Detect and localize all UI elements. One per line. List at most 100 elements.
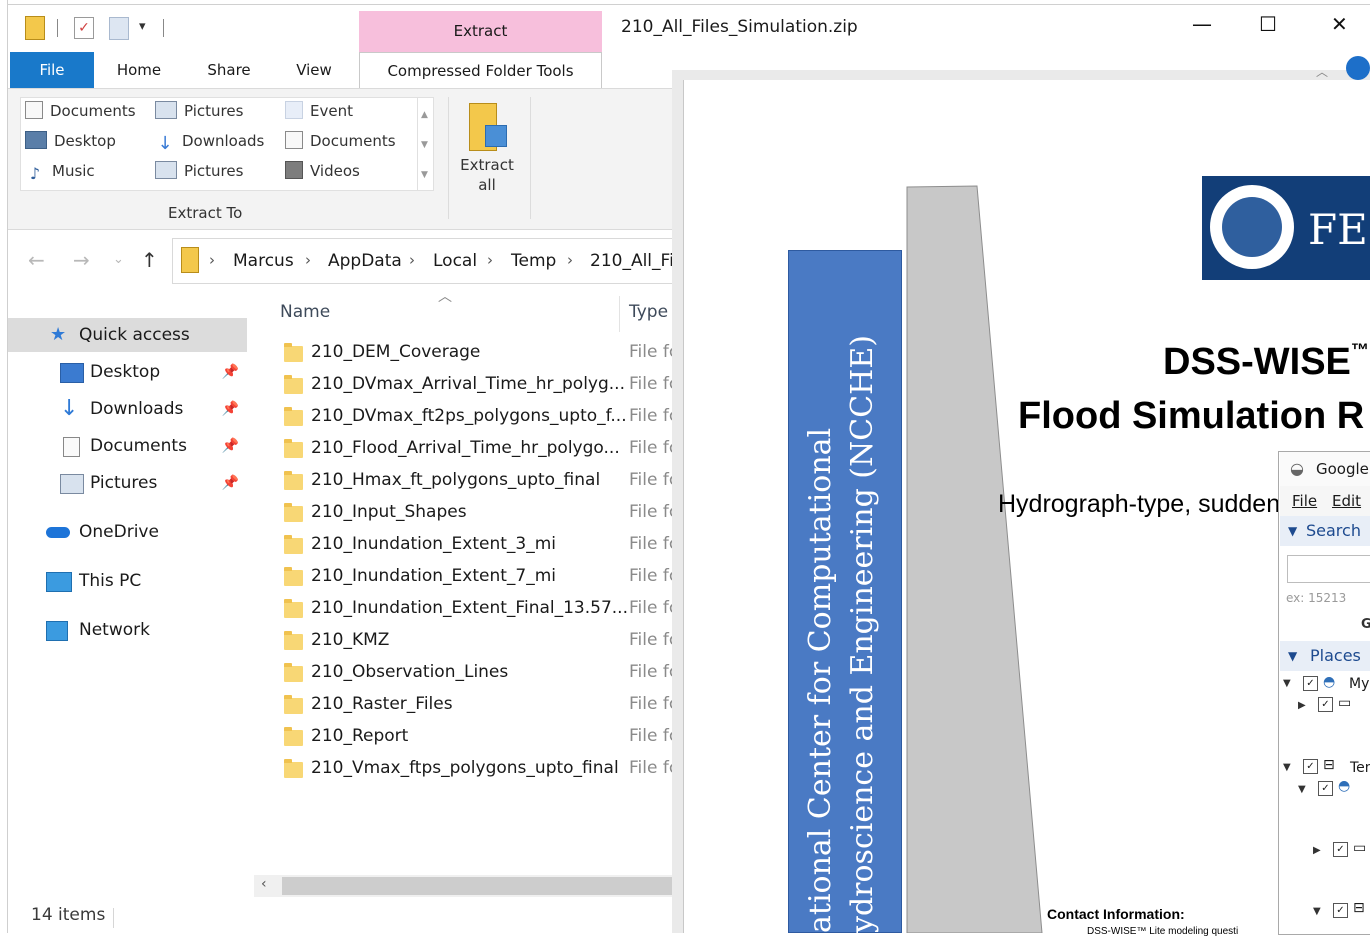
checkbox[interactable]: ✓: [1303, 676, 1318, 691]
file-row[interactable]: 210_Report File fc: [254, 724, 680, 756]
column-divider[interactable]: [619, 296, 620, 332]
expand-icon[interactable]: ▼: [1283, 678, 1291, 689]
group-label-extract-to: Extract To: [168, 204, 243, 222]
gallery-item-downloads[interactable]: ↓ Downloads: [155, 128, 264, 154]
maximize-button[interactable]: ☐: [1259, 12, 1277, 36]
breadcrumb-item[interactable]: Marcus: [233, 251, 294, 271]
gallery-item-event[interactable]: Event: [285, 98, 353, 124]
tab-home[interactable]: Home: [106, 52, 172, 88]
pin-icon[interactable]: 📌: [222, 392, 239, 426]
nav-item-this-pc[interactable]: This PC: [8, 564, 247, 598]
search-button[interactable]: G: [1361, 617, 1370, 632]
gallery-item-documents-2[interactable]: Documents: [285, 128, 396, 154]
tab-file[interactable]: File: [10, 52, 94, 88]
new-folder-icon[interactable]: [109, 17, 129, 40]
properties-icon[interactable]: ✓: [74, 17, 94, 39]
nav-item-desktop[interactable]: Desktop 📌: [8, 355, 247, 389]
file-row[interactable]: 210_Inundation_Extent_7_mi File fc: [254, 564, 680, 596]
forward-icon[interactable]: →: [73, 248, 90, 272]
tab-share[interactable]: Share: [196, 52, 262, 88]
file-type: File fc: [629, 502, 679, 522]
tab-compressed-folder-tools[interactable]: Compressed Folder Tools: [359, 52, 602, 89]
up-icon[interactable]: ↑: [141, 248, 158, 272]
file-row[interactable]: 210_Flood_Arrival_Time_hr_polygo... File …: [254, 436, 680, 468]
close-button[interactable]: ✕: [1331, 12, 1348, 36]
file-row[interactable]: 210_Raster_Files File fc: [254, 692, 680, 724]
expand-icon[interactable]: ▼: [1283, 762, 1291, 773]
minimize-button[interactable]: —: [1192, 12, 1212, 36]
places-item-my[interactable]: My: [1349, 676, 1369, 692]
file-row[interactable]: 210_DVmax_ft2ps_polygons_upto_f... File f…: [254, 404, 680, 436]
breadcrumb-item[interactable]: Local: [433, 251, 477, 271]
folder-icon: [285, 101, 303, 119]
nav-item-onedrive[interactable]: OneDrive: [8, 515, 247, 549]
search-input[interactable]: [1287, 555, 1370, 583]
gallery-item-music[interactable]: ♪ Music: [25, 158, 95, 184]
computer-icon: [46, 572, 72, 592]
menu-edit[interactable]: Edit: [1332, 486, 1361, 516]
nav-item-documents[interactable]: Documents 📌: [8, 429, 247, 463]
file-row[interactable]: 210_Vmax_ftps_polygons_upto_final File fc: [254, 756, 680, 788]
checkbox[interactable]: ✓: [1303, 759, 1318, 774]
file-type: File fc: [629, 598, 679, 618]
search-panel-header[interactable]: ▼ Search: [1280, 516, 1370, 546]
places-item-temporary[interactable]: Ten: [1350, 760, 1370, 776]
expand-icon[interactable]: ▶: [1298, 700, 1306, 711]
file-row[interactable]: 210_Hmax_ft_polygons_upto_final File fc: [254, 468, 680, 500]
scroll-down-icon[interactable]: ▼: [421, 140, 428, 150]
breadcrumb-item[interactable]: AppData: [328, 251, 402, 271]
checkbox[interactable]: ✓: [1333, 842, 1348, 857]
scroll-left-icon[interactable]: ‹: [261, 876, 267, 892]
scroll-up-icon[interactable]: ▲: [421, 110, 428, 120]
pin-icon[interactable]: 📌: [222, 355, 239, 389]
zip-folder-icon[interactable]: [25, 16, 45, 40]
file-row[interactable]: 210_KMZ File fc: [254, 628, 680, 660]
back-icon[interactable]: ←: [28, 248, 45, 272]
checkbox[interactable]: ✓: [1318, 781, 1333, 796]
scrollbar-thumb[interactable]: [282, 877, 680, 895]
recent-locations-icon[interactable]: ⌄: [113, 252, 124, 267]
pin-icon[interactable]: 📌: [222, 429, 239, 463]
expand-icon[interactable]: ▶: [1313, 845, 1321, 856]
status-item-count: 14 items: [31, 905, 106, 925]
gallery-scrollbar[interactable]: ▲ ▼ ▼: [417, 98, 434, 190]
file-name: 210_DEM_Coverage: [311, 342, 481, 362]
column-header-type[interactable]: Type: [629, 302, 668, 322]
menu-file[interactable]: File: [1292, 486, 1317, 516]
file-row[interactable]: 210_DVmax_Arrival_Time_hr_polyg... File f…: [254, 372, 680, 404]
nav-item-quick-access[interactable]: ★ Quick access: [8, 318, 247, 352]
nav-item-downloads[interactable]: ↓ Downloads 📌: [8, 392, 247, 426]
file-row[interactable]: 210_Inundation_Extent_3_mi File fc: [254, 532, 680, 564]
checkbox[interactable]: ✓: [1318, 697, 1333, 712]
extract-all-button[interactable]: Extract all: [454, 99, 520, 199]
gallery-item-desktop[interactable]: Desktop: [25, 128, 116, 154]
nav-item-pictures[interactable]: Pictures 📌: [8, 466, 247, 500]
expand-gallery-icon[interactable]: ▼: [421, 170, 428, 180]
gallery-item-documents[interactable]: Documents: [25, 98, 136, 124]
file-row[interactable]: 210_Input_Shapes File fc: [254, 500, 680, 532]
column-header-name[interactable]: Name: [280, 302, 330, 322]
gallery-item-pictures-2[interactable]: Pictures: [155, 158, 243, 184]
expand-icon[interactable]: ▼: [1298, 784, 1306, 795]
folder-icon: [284, 375, 303, 394]
scroll-up-icon[interactable]: ︿: [1316, 63, 1328, 80]
gallery-item-pictures[interactable]: Pictures: [155, 98, 243, 124]
file-type: File fc: [629, 662, 679, 682]
checkbox[interactable]: ✓: [1333, 903, 1348, 918]
folder-icon: [284, 407, 303, 426]
places-panel-header[interactable]: ▼ Places: [1280, 641, 1370, 671]
breadcrumb-item[interactable]: 210_All_Fil: [590, 251, 679, 271]
tab-view[interactable]: View: [284, 52, 344, 88]
expand-icon[interactable]: ▼: [1313, 906, 1321, 917]
file-row[interactable]: 210_Inundation_Extent_Final_13.57... File…: [254, 596, 680, 628]
file-row[interactable]: 210_Observation_Lines File fc: [254, 660, 680, 692]
address-bar[interactable]: › Marcus › AppData › Local › Temp › 210_…: [172, 238, 681, 284]
breadcrumb-item[interactable]: Temp: [511, 251, 556, 271]
gallery-item-videos[interactable]: Videos: [285, 158, 360, 184]
help-icon[interactable]: [1346, 56, 1370, 80]
file-row[interactable]: 210_DEM_Coverage File fc: [254, 340, 680, 372]
toolbar-divider: [57, 19, 58, 37]
pin-icon[interactable]: 📌: [222, 466, 239, 500]
customize-toolbar-icon[interactable]: ▾: [139, 19, 146, 34]
nav-item-network[interactable]: Network: [8, 613, 247, 647]
